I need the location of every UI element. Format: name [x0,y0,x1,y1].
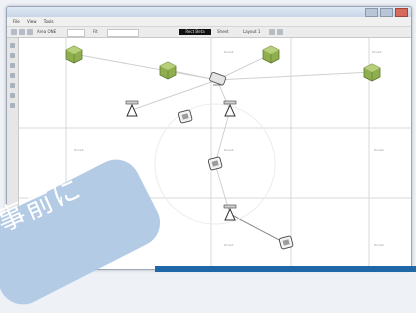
link-tool-icon[interactable] [10,73,15,78]
new-icon[interactable] [11,29,17,35]
menu-view[interactable]: View [27,19,37,24]
zone-label: Zone6 [374,148,384,152]
maximize-button[interactable] [380,8,393,17]
zone-label: Zone3 [372,50,382,54]
window-controls [365,8,408,17]
pan-tool-icon[interactable] [10,53,15,58]
menu-bar: File View Tools [7,17,411,27]
open-icon[interactable] [19,29,25,35]
view-field[interactable]: Rect Beta [179,29,211,35]
zone-label: Zone2 [224,50,234,54]
server-icon[interactable] [158,60,178,80]
server-icon[interactable] [64,44,84,64]
router-icon[interactable] [207,71,229,89]
area-select[interactable] [67,29,85,37]
client-device-icon[interactable] [278,234,295,251]
bottom-banner-strip [155,266,416,272]
zone-label: Zone7 [224,243,234,247]
toolbar-label-fit: Fit [93,29,98,34]
text-tool-icon[interactable] [10,93,15,98]
device-tool-icon[interactable] [10,83,15,88]
access-point-icon[interactable] [124,100,140,118]
title-bar [7,7,411,17]
zone-label: Zone8 [374,243,384,247]
menu-file[interactable]: File [13,19,20,24]
access-point-icon[interactable] [222,100,238,118]
zoom-select[interactable] [107,29,139,37]
zone-label: Zone4 [74,148,84,152]
grid-icon[interactable] [269,29,275,35]
settings-icon[interactable] [277,29,283,35]
server-icon[interactable] [261,44,281,64]
zoom-tool-icon[interactable] [10,63,15,68]
client-device-icon[interactable] [207,155,224,172]
access-point-icon[interactable] [222,204,238,222]
toolbar-label-layout: Layout 1 [243,29,261,34]
close-button[interactable] [395,8,408,17]
toolbar-label-area: Area ONE [37,29,57,34]
zone-label: Zone5 [224,148,234,152]
toolbar: Area ONE Fit Rect Beta Sheet Layout 1 [7,27,411,38]
minimize-button[interactable] [365,8,378,17]
client-device-icon[interactable] [177,108,194,125]
server-icon[interactable] [362,62,382,82]
select-tool-icon[interactable] [10,43,15,48]
toolbar-label-sheet: Sheet [217,29,229,34]
layer-tool-icon[interactable] [10,103,15,108]
save-icon[interactable] [27,29,33,35]
menu-tools[interactable]: Tools [44,19,54,24]
